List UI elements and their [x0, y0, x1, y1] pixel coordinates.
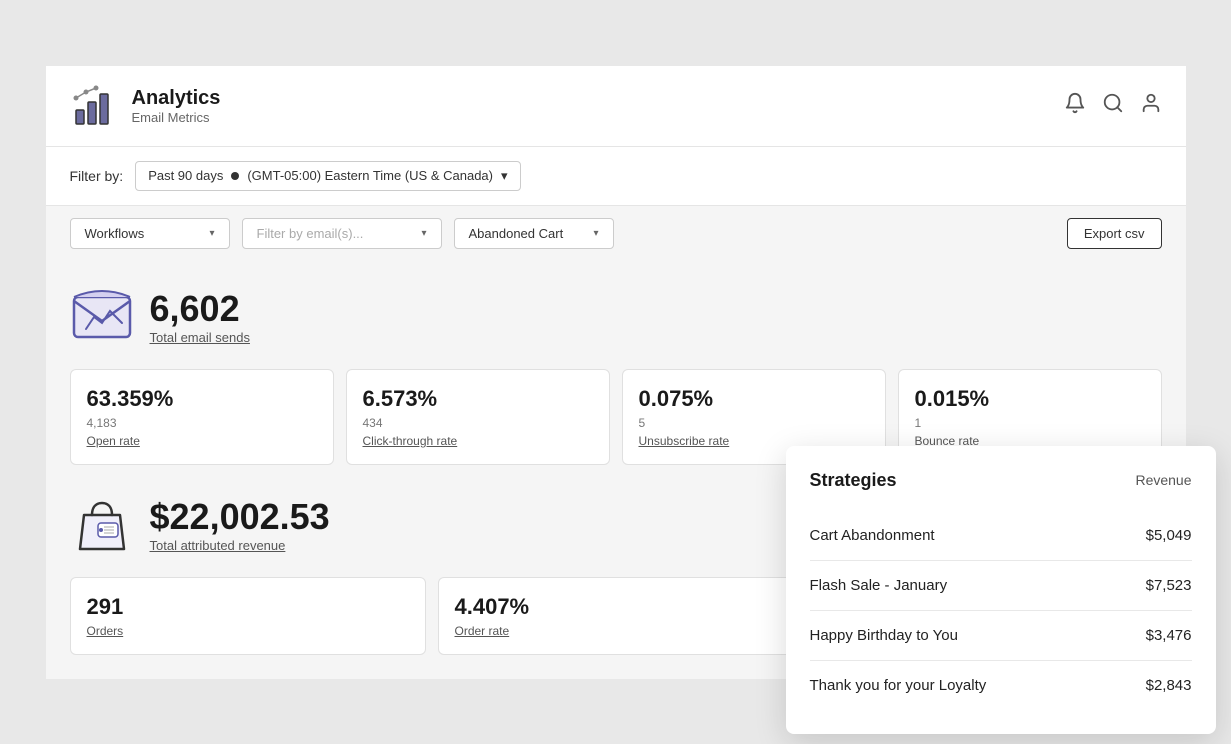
filter-by-label: Filter by: — [70, 168, 124, 184]
order-rate-card: 4.407% Order rate — [438, 577, 794, 655]
open-rate-label[interactable]: Open rate — [87, 434, 317, 448]
revenue-number: $22,002.53 — [150, 496, 330, 538]
email-filter-label: Filter by email(s)... — [257, 226, 364, 241]
strategy-name-2: Flash Sale - January — [810, 577, 948, 594]
abandoned-cart-label: Abandoned Cart — [469, 226, 564, 241]
analytics-logo-icon — [70, 82, 118, 130]
search-icon[interactable] — [1102, 92, 1124, 119]
abandoned-cart-dropdown[interactable]: Abandoned Cart ▾ — [454, 218, 614, 249]
orders-label[interactable]: Orders — [87, 624, 409, 638]
revenue-label[interactable]: Total attributed revenue — [150, 538, 330, 553]
strategies-title: Strategies — [810, 470, 897, 491]
open-rate-pct: 63.359% — [87, 386, 317, 412]
strategy-name-4: Thank you for your Loyalty — [810, 677, 987, 694]
workflows-label: Workflows — [85, 226, 145, 241]
strategy-revenue-2: $7,523 — [1146, 577, 1192, 594]
filter-row2: Workflows ▾ Filter by email(s)... ▾ Aban… — [46, 206, 1186, 261]
strategies-panel: Strategies Revenue Cart Abandonment $5,0… — [786, 446, 1216, 734]
strategies-header: Strategies Revenue — [810, 470, 1192, 491]
ctr-label[interactable]: Click-through rate — [363, 434, 593, 448]
bounce-pct: 0.015% — [915, 386, 1145, 412]
timezone-dot-icon — [231, 172, 239, 180]
strategy-revenue-4: $2,843 — [1146, 677, 1192, 694]
unsub-count: 5 — [639, 416, 869, 430]
ctr-count: 434 — [363, 416, 593, 430]
strategy-row-2: Flash Sale - January $7,523 — [810, 561, 1192, 611]
sends-info: 6,602 Total email sends — [150, 288, 250, 345]
email-filter-dropdown[interactable]: Filter by email(s)... ▾ — [242, 218, 442, 249]
order-rate-value: 4.407% — [455, 594, 777, 620]
strategy-row-4: Thank you for your Loyalty $2,843 — [810, 661, 1192, 710]
strategy-name-3: Happy Birthday to You — [810, 627, 958, 644]
timezone-value: (GMT-05:00) Eastern Time (US & Canada) — [247, 168, 493, 183]
strategies-revenue-col-label: Revenue — [1135, 472, 1191, 488]
strategy-revenue-3: $3,476 — [1146, 627, 1192, 644]
sends-section: 6,602 Total email sends — [70, 285, 1162, 349]
app-title: Analytics — [132, 87, 221, 110]
unsub-pct: 0.075% — [639, 386, 869, 412]
workflows-chevron-icon: ▾ — [209, 228, 214, 239]
strategy-row-1: Cart Abandonment $5,049 — [810, 511, 1192, 561]
timezone-chevron-icon: ▾ — [501, 168, 508, 184]
workflows-dropdown[interactable]: Workflows ▾ — [70, 218, 230, 249]
app-subtitle: Email Metrics — [132, 110, 221, 125]
strategy-row-3: Happy Birthday to You $3,476 — [810, 611, 1192, 661]
email-filter-chevron-icon: ▾ — [421, 228, 426, 239]
header-title-group: Analytics Email Metrics — [132, 87, 221, 125]
revenue-info: $22,002.53 Total attributed revenue — [150, 496, 330, 553]
sends-label[interactable]: Total email sends — [150, 330, 250, 345]
user-icon[interactable] — [1140, 92, 1162, 119]
bounce-count: 1 — [915, 416, 1145, 430]
abandoned-cart-chevron-icon: ▾ — [593, 228, 598, 239]
strategy-name-1: Cart Abandonment — [810, 527, 935, 544]
time-range-value: Past 90 days — [148, 168, 223, 183]
export-csv-button[interactable]: Export csv — [1067, 218, 1162, 249]
strategy-revenue-1: $5,049 — [1146, 527, 1192, 544]
filter-bar: Filter by: Past 90 days (GMT-05:00) East… — [46, 147, 1186, 206]
app-header: Analytics Email Metrics — [46, 66, 1186, 147]
time-range-button[interactable]: Past 90 days (GMT-05:00) Eastern Time (U… — [135, 161, 520, 191]
ctr-card: 6.573% 434 Click-through rate — [346, 369, 610, 465]
sends-number: 6,602 — [150, 288, 250, 330]
orders-value: 291 — [87, 594, 409, 620]
ctr-pct: 6.573% — [363, 386, 593, 412]
bell-icon[interactable] — [1064, 92, 1086, 119]
header-icon-group — [1064, 92, 1162, 119]
open-rate-card: 63.359% 4,183 Open rate — [70, 369, 334, 465]
open-rate-count: 4,183 — [87, 416, 317, 430]
orders-card: 291 Orders — [70, 577, 426, 655]
revenue-icon — [70, 493, 134, 557]
email-sends-icon — [70, 285, 134, 349]
filter-dropdowns: Workflows ▾ Filter by email(s)... ▾ Aban… — [70, 218, 614, 249]
order-rate-label[interactable]: Order rate — [455, 624, 777, 638]
